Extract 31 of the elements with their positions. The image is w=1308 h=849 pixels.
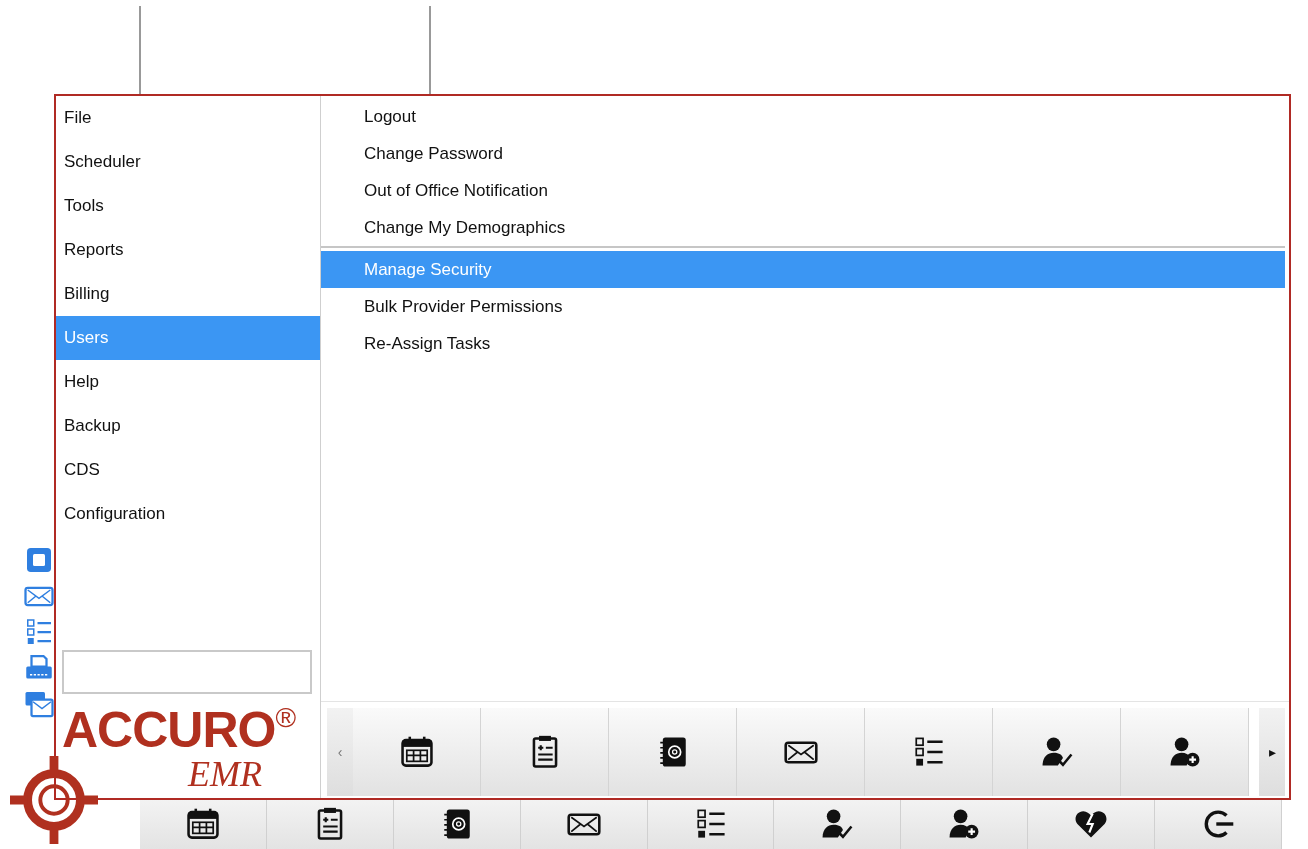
- toolbar-button[interactable]: [1121, 708, 1249, 796]
- logo-text: ACCURO: [62, 704, 276, 756]
- submenu-item[interactable]: Logout: [321, 98, 1285, 135]
- square-icon: [24, 545, 54, 575]
- calendar-icon: [399, 735, 434, 769]
- submenu-item[interactable]: Out of Office Notification: [321, 172, 1285, 209]
- menu-category[interactable]: Configuration: [56, 492, 320, 536]
- toolbar-button[interactable]: [353, 708, 481, 796]
- menu-category[interactable]: Scheduler: [56, 140, 320, 184]
- menu-category[interactable]: Billing: [56, 272, 320, 316]
- search-field[interactable]: [62, 650, 312, 694]
- menu-category[interactable]: Help: [56, 360, 320, 404]
- toolbar-button[interactable]: [737, 708, 865, 796]
- registered-mark: ®: [275, 704, 297, 732]
- submenu-item[interactable]: Bulk Provider Permissions: [321, 288, 1285, 325]
- checklist-icon: [24, 617, 54, 647]
- scroll-right-button[interactable]: ▸: [1259, 708, 1285, 796]
- scroll-left-button[interactable]: ‹: [327, 708, 353, 796]
- menu-category[interactable]: Reports: [56, 228, 320, 272]
- toolbar-button[interactable]: [481, 708, 609, 796]
- menu-category[interactable]: CDS: [56, 448, 320, 492]
- menu-category[interactable]: File: [56, 96, 320, 140]
- submenu-item[interactable]: Change Password: [321, 135, 1285, 172]
- submenu-item[interactable]: Change My Demographics: [321, 209, 1285, 246]
- logo-subtitle: EMR: [188, 756, 263, 792]
- calendar-icon: [185, 806, 220, 841]
- menu-category[interactable]: Backup: [56, 404, 320, 448]
- toolbar-button[interactable]: [993, 708, 1121, 796]
- submenu-item[interactable]: Re-Assign Tasks: [321, 325, 1285, 362]
- menu-category[interactable]: Tools: [56, 184, 320, 228]
- toolbar-button[interactable]: [609, 708, 737, 796]
